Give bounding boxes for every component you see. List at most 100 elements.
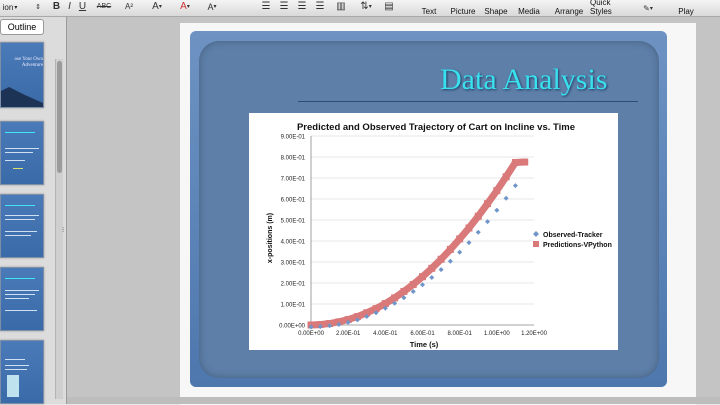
insert-text-label: Text — [422, 7, 437, 16]
tick-labels: 0.00E+001.00E-012.00E-013.00E-014.00E-01… — [279, 135, 547, 338]
thumbnail-text-line — [5, 215, 39, 216]
superscript-button[interactable]: A² — [120, 0, 138, 13]
x-tick-label: 8.00E-01 — [447, 331, 472, 337]
legend-label-observed: Observed-Tracker — [543, 232, 603, 239]
thumbnail-text-line — [13, 168, 23, 169]
legend-item-observed: Observed-Tracker — [533, 231, 603, 239]
thumbnail-text-line — [5, 310, 37, 311]
thumbnail-text-line — [5, 298, 29, 299]
thumbnail-image — [7, 375, 19, 397]
font-color-button[interactable]: A▾ — [174, 0, 196, 13]
thumbnail-text-line — [5, 235, 31, 236]
chart-title: Predicted and Observed Trajectory of Car… — [297, 122, 575, 133]
line-style-icon: ✎ — [643, 4, 650, 13]
chevron-down-icon: ▾ — [369, 3, 372, 10]
strikethrough-button[interactable]: ABC — [93, 0, 115, 13]
chevron-down-icon: ▾ — [14, 4, 17, 11]
menu-fragment-label: ion — [3, 3, 14, 12]
columns-icon[interactable]: ▥ — [334, 0, 348, 13]
legend-marker-observed — [533, 231, 539, 237]
font-color-label: A — [180, 1, 187, 12]
tab-outline-label: Outline — [8, 22, 37, 32]
dropdown-arrows-icon[interactable]: ⇕ — [32, 0, 44, 13]
y-tick-label: 4.00E-01 — [281, 240, 306, 246]
play-label: Play — [678, 7, 694, 16]
italic-button[interactable]: I — [64, 0, 75, 13]
arrange-button[interactable]: Arrange — [552, 0, 586, 16]
chevron-down-icon: ▾ — [650, 5, 653, 12]
thumbnail-text-line — [5, 290, 39, 291]
thumbnail-text-line — [5, 160, 25, 161]
thumbnail-text-line — [5, 365, 29, 366]
slide-thumbnail-3[interactable] — [0, 194, 44, 258]
line-style-button[interactable]: ✎▾ — [637, 2, 659, 15]
thumbnail-text-line — [5, 148, 39, 149]
text-direction-button[interactable]: ⇅▾ — [355, 0, 377, 13]
y-tick-label: 7.00E-01 — [281, 177, 306, 183]
align-text-icon: ▤ — [384, 1, 393, 12]
align-right-icon[interactable]: ☰ — [295, 0, 309, 13]
align-left-icon[interactable]: ☰ — [259, 0, 273, 13]
bold-button[interactable]: B — [51, 0, 62, 13]
ribbon-toolbar: ion▾ ⇕ B I U ABC A² A▾ A▾ A▾ ☰ ☰ ☰ ☰ ▥ ⇅… — [0, 0, 720, 17]
horizontal-scrollbar[interactable] — [67, 397, 720, 404]
observed-point — [476, 230, 481, 235]
observed-point — [448, 259, 453, 264]
y-tick-label: 0.00E+00 — [279, 324, 306, 330]
chevron-down-icon: ▾ — [187, 3, 190, 10]
thumbnail-text-line — [5, 359, 25, 360]
thumbnail-heading-line — [5, 278, 35, 279]
quick-styles-button[interactable]: Quick Styles — [590, 0, 634, 16]
x-axis-label: Time (s) — [410, 340, 439, 349]
insert-picture-button[interactable]: Picture — [447, 0, 479, 16]
arrange-label: Arrange — [555, 7, 583, 16]
legend-label-predictions: Predictions-VPython — [543, 242, 612, 249]
observed-point — [494, 208, 499, 213]
x-tick-label: 1.00E+00 — [484, 331, 511, 337]
y-tick-label: 8.00E-01 — [281, 156, 306, 162]
slide-thumbnail-5[interactable] — [0, 340, 44, 404]
thumbnail-title-text: ose Your Own Adventure — [0, 57, 43, 69]
insert-media-button[interactable]: Media — [515, 0, 543, 16]
align-center-icon[interactable]: ☰ — [277, 0, 291, 13]
insert-shape-button[interactable]: Shape — [482, 0, 510, 16]
observed-point — [513, 183, 518, 188]
y-tick-label: 1.00E-01 — [281, 303, 306, 309]
y-tick-label: 5.00E-01 — [281, 219, 306, 225]
x-tick-label: 1.20E+00 — [521, 331, 548, 337]
slide-thumbnail-1[interactable]: ose Your Own Adventure — [0, 42, 44, 108]
justify-icon[interactable]: ☰ — [313, 0, 327, 13]
slide-thumbnail-2[interactable] — [0, 121, 44, 185]
observed-point — [457, 250, 462, 255]
y-tick-label: 6.00E-01 — [281, 198, 306, 204]
slide-title[interactable]: Data Analysis — [440, 60, 650, 100]
play-button[interactable]: Play — [673, 0, 699, 16]
align-text-button[interactable]: ▤ — [380, 0, 398, 13]
insert-picture-label: Picture — [451, 7, 476, 16]
tab-outline[interactable]: Outline — [0, 19, 44, 35]
insert-text-button[interactable]: Text — [414, 0, 444, 16]
underline-button[interactable]: U — [77, 0, 88, 13]
legend: Observed-Tracker Predictions-VPython — [533, 231, 612, 249]
y-tick-label: 2.00E-01 — [281, 282, 306, 288]
title-divider — [298, 101, 638, 102]
text-direction-icon: ⇅ — [360, 1, 368, 12]
predictions-series — [308, 159, 529, 329]
text-effects-label: A — [152, 1, 159, 12]
thumbnail-text-line — [5, 219, 35, 220]
thumbnail-heading-line — [5, 205, 35, 206]
insert-shape-label: Shape — [484, 7, 507, 16]
x-tick-label: 6.00E-01 — [410, 331, 435, 337]
menu-fragment[interactable]: ion▾ — [0, 0, 20, 15]
scrollbar-thumb[interactable] — [57, 61, 62, 173]
observed-point — [429, 275, 434, 280]
y-axis-label: x-positions (m) — [267, 213, 274, 263]
chart-object[interactable]: Predicted and Observed Trajectory of Car… — [249, 113, 618, 350]
text-highlight-button[interactable]: A▾ — [200, 0, 224, 13]
x-tick-label: 2.00E-01 — [336, 331, 361, 337]
panel-resize-handle[interactable]: ⁝ — [62, 226, 66, 240]
slide-thumbnail-4[interactable] — [0, 267, 44, 331]
chevron-down-icon: ▾ — [159, 3, 162, 10]
x-tick-label: 0.00E+00 — [298, 331, 325, 337]
text-effects-button[interactable]: A▾ — [145, 0, 169, 13]
